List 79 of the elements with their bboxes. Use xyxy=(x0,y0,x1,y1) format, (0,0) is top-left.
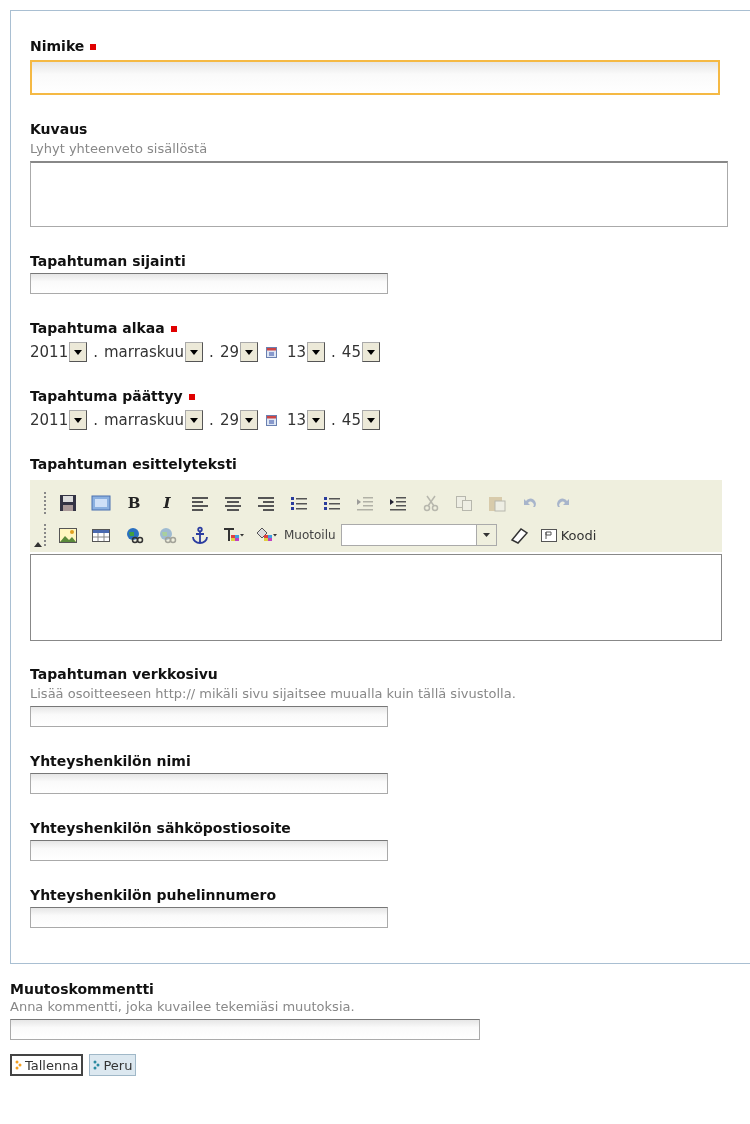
dropdown[interactable]: 29 xyxy=(219,342,258,362)
caret-icon xyxy=(69,342,88,362)
align-left-icon[interactable] xyxy=(189,494,211,512)
caret-icon xyxy=(69,410,88,430)
caret-icon xyxy=(307,410,326,430)
field-hint: Lisää osoitteeseen http:// mikäli sivu sijaitsee muualla kuin tällä sivustolla. xyxy=(30,685,517,703)
separator-dot: . xyxy=(209,343,214,361)
text-color-icon[interactable] xyxy=(222,526,244,544)
caret-icon xyxy=(185,410,204,430)
field-label: Yhteyshenkilön puhelinnumero xyxy=(30,886,277,905)
image-icon[interactable] xyxy=(57,526,79,544)
code-icon xyxy=(540,528,557,542)
collapse-icon[interactable] xyxy=(34,542,42,547)
required-marker-icon xyxy=(188,393,195,400)
field-label: Tapahtuman verkkosivu xyxy=(30,665,218,684)
calendar-icon[interactable] xyxy=(265,346,277,358)
anchor-icon[interactable] xyxy=(189,526,211,544)
separator-dot: . xyxy=(331,411,336,429)
required-marker-icon xyxy=(90,43,97,50)
preview-icon[interactable] xyxy=(90,494,112,512)
format-label: Muotoilu xyxy=(284,528,336,542)
dropdown[interactable]: marraskuu xyxy=(103,410,204,430)
cancel-button[interactable]: Peru xyxy=(89,1054,137,1076)
caret-icon xyxy=(307,342,326,362)
caret-icon xyxy=(239,342,258,362)
ordered-list-icon[interactable] xyxy=(288,494,310,512)
align-center-icon[interactable] xyxy=(222,494,244,512)
caret-icon xyxy=(482,533,490,537)
field-label: Muutoskommentti xyxy=(10,980,155,999)
input-field[interactable] xyxy=(30,773,388,794)
input-field[interactable] xyxy=(30,706,388,727)
field-label: Tapahtuma päättyy xyxy=(30,387,183,406)
input-field[interactable] xyxy=(30,840,388,861)
field-label: Yhteyshenkilön sähköpostiosoite xyxy=(30,819,291,838)
bold-button[interactable]: B xyxy=(123,494,145,512)
dropdown[interactable]: 29 xyxy=(219,410,258,430)
required-marker-icon xyxy=(170,325,177,332)
dropdown[interactable]: 45 xyxy=(341,410,380,430)
caret-icon xyxy=(361,342,380,362)
background-color-icon[interactable] xyxy=(255,526,277,544)
dots-icon xyxy=(93,1060,101,1070)
save-button[interactable]: Tallenna xyxy=(10,1054,84,1076)
field-hint: Anna kommentti, joka kuvailee tekemiäsi muutoksia. xyxy=(10,999,356,1015)
field-hint: Lyhyt yhteenveto sisällöstä xyxy=(30,140,209,158)
bullet-list-icon[interactable] xyxy=(321,494,343,512)
input-field[interactable] xyxy=(30,907,388,928)
field-label: Tapahtuman sijainti xyxy=(30,252,186,271)
italic-button[interactable]: I xyxy=(156,494,178,512)
separator-dot: . xyxy=(209,411,214,429)
separator-dot: . xyxy=(93,411,98,429)
dropdown[interactable]: 2011 xyxy=(30,410,88,430)
field-label: Yhteyshenkilön nimi xyxy=(30,752,191,771)
field-label: Nimike xyxy=(30,37,85,56)
field-label: Tapahtuma alkaa xyxy=(30,319,165,338)
format-dropdown[interactable] xyxy=(340,524,497,546)
dots-icon xyxy=(15,1060,22,1070)
separator-dot: . xyxy=(331,343,336,361)
dropdown[interactable]: marraskuu xyxy=(103,342,204,362)
caret-icon xyxy=(185,342,204,362)
separator-dot: . xyxy=(93,343,98,361)
caret-icon xyxy=(361,410,380,430)
calendar-icon[interactable] xyxy=(265,414,277,426)
input-field[interactable] xyxy=(30,60,720,95)
align-right-icon[interactable] xyxy=(255,494,277,512)
save-icon[interactable] xyxy=(57,494,79,512)
editor-area[interactable] xyxy=(30,554,722,641)
caret-icon xyxy=(239,410,258,430)
field-label: Tapahtuman esittelyteksti xyxy=(30,455,237,474)
indent-icon[interactable] xyxy=(387,494,409,512)
table-icon[interactable] xyxy=(90,526,112,544)
comment-field[interactable] xyxy=(10,1019,480,1040)
dropdown[interactable]: 13 xyxy=(286,342,326,362)
field-label: Kuvaus xyxy=(30,120,88,139)
dropdown[interactable]: 13 xyxy=(286,410,326,430)
code-button[interactable]: Koodi xyxy=(540,527,597,543)
input-field[interactable] xyxy=(30,273,388,294)
dropdown[interactable]: 45 xyxy=(341,342,380,362)
text-area[interactable] xyxy=(30,161,728,227)
dropdown[interactable]: 2011 xyxy=(30,342,88,362)
